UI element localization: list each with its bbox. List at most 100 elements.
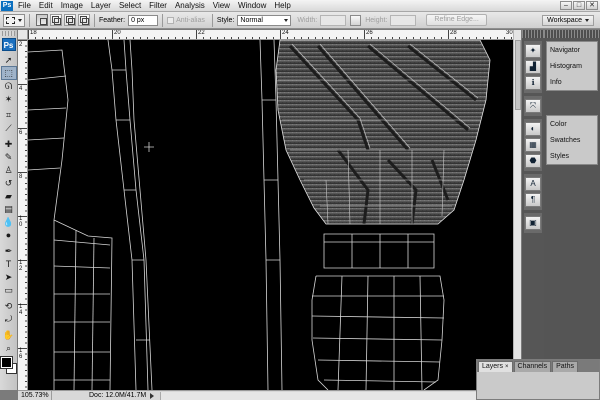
menu-edit[interactable]: Edit xyxy=(35,0,57,12)
menu-analysis[interactable]: Analysis xyxy=(171,0,209,12)
brush-tool[interactable]: ✎ xyxy=(2,151,16,163)
panel-group-history: ⤧ xyxy=(524,96,542,116)
marquee-tool[interactable]: ⬚ xyxy=(0,66,17,80)
styles-tab[interactable]: Styles xyxy=(547,148,597,164)
layer-comps-icon[interactable]: ▣ xyxy=(525,216,541,230)
info-icon[interactable]: ℹ xyxy=(525,76,541,90)
ruler-label: 2 xyxy=(19,42,23,48)
close-icon[interactable]: × xyxy=(505,364,509,370)
tab-paths[interactable]: Paths xyxy=(552,361,579,372)
menu-select[interactable]: Select xyxy=(115,0,145,12)
swatches-tab[interactable]: Swatches xyxy=(547,132,597,148)
horizontal-scrollbar[interactable] xyxy=(160,391,521,400)
ruler-label: 1 2 xyxy=(19,260,23,272)
toolbox-grip[interactable] xyxy=(2,31,15,36)
horizontal-ruler[interactable]: 18 20 22 24 26 28 30 xyxy=(28,30,513,40)
dock-grip[interactable] xyxy=(522,30,544,38)
tab-channels[interactable]: Channels xyxy=(513,361,552,372)
zoom-level[interactable]: 105.73% xyxy=(18,391,52,400)
history-brush-tool[interactable]: ↺ xyxy=(2,177,16,189)
document-canvas[interactable] xyxy=(28,40,513,390)
dodge-tool[interactable]: ● xyxy=(2,229,16,241)
crop-tool[interactable]: ⌗ xyxy=(2,109,16,121)
3d-orbit-icon: ⤾ xyxy=(4,313,13,324)
close-button[interactable]: ✕ xyxy=(586,1,598,10)
color-swatches[interactable] xyxy=(0,356,17,375)
foreground-color-swatch[interactable] xyxy=(0,356,13,369)
hand-tool[interactable]: ✋ xyxy=(2,329,16,341)
dodge-icon: ● xyxy=(5,229,12,240)
paragraph-icon[interactable]: ¶ xyxy=(525,193,541,207)
history-icon[interactable]: ⤧ xyxy=(525,99,541,113)
swatches-icon[interactable]: ▦ xyxy=(525,138,541,152)
3d-rotate-tool[interactable]: ⟲ xyxy=(2,300,16,312)
menu-file[interactable]: File xyxy=(14,0,35,12)
tool-preset-picker[interactable] xyxy=(3,13,25,27)
histogram-icon[interactable]: ▟ xyxy=(525,60,541,74)
zoom-tool[interactable]: ⌕ xyxy=(2,342,16,354)
workspace-switcher[interactable]: Workspace xyxy=(542,15,594,26)
refine-edge-button[interactable]: Refine Edge... xyxy=(426,14,487,26)
menu-image[interactable]: Image xyxy=(57,0,87,12)
height-input[interactable] xyxy=(390,14,417,26)
shape-tool[interactable]: ▭ xyxy=(2,284,16,296)
menu-view[interactable]: View xyxy=(209,0,234,12)
navigator-icon[interactable]: ✦ xyxy=(525,44,541,58)
menu-filter[interactable]: Filter xyxy=(145,0,171,12)
width-input[interactable] xyxy=(320,14,347,26)
3d-rotate-icon: ⟲ xyxy=(4,300,13,311)
color-label: Color xyxy=(550,120,567,128)
zoom-icon: ⌕ xyxy=(5,342,12,353)
menu-help[interactable]: Help xyxy=(270,0,294,12)
menu-window[interactable]: Window xyxy=(234,0,270,12)
swap-dimensions-icon[interactable] xyxy=(350,14,362,26)
workspace-label: Workspace xyxy=(547,17,582,24)
gradient-tool[interactable]: ▤ xyxy=(2,203,16,215)
vertical-scrollbar[interactable] xyxy=(513,30,521,390)
color-icon[interactable]: ◐ xyxy=(525,122,541,136)
minimize-button[interactable]: – xyxy=(560,1,572,10)
status-menu-arrow-icon[interactable] xyxy=(150,392,155,399)
panel-group-character: A ¶ xyxy=(524,174,542,210)
feather-input[interactable]: 0 px xyxy=(128,14,159,26)
eraser-tool[interactable]: ▰ xyxy=(2,190,16,202)
tab-layers[interactable]: Layers × xyxy=(478,361,513,372)
style-select[interactable]: Normal xyxy=(237,14,292,26)
color-tab[interactable]: Color xyxy=(547,116,597,132)
pen-tool[interactable]: ✒ xyxy=(2,245,16,257)
subtract-from-selection-button[interactable] xyxy=(64,14,76,26)
magic-wand-tool[interactable]: ✶ xyxy=(2,93,16,105)
ruler-origin[interactable] xyxy=(18,30,28,40)
eyedropper-tool[interactable]: ⟋ xyxy=(2,122,16,134)
add-to-selection-button[interactable] xyxy=(50,14,62,26)
anti-alias-checkbox[interactable] xyxy=(167,16,175,24)
maximize-button[interactable]: □ xyxy=(573,1,585,10)
intersect-selection-button[interactable] xyxy=(78,14,90,26)
healing-brush-tool[interactable]: ✚ xyxy=(2,138,16,150)
new-selection-button[interactable] xyxy=(36,14,48,26)
lasso-tool[interactable]: ᘏ xyxy=(2,80,16,92)
tab-layers-label: Layers xyxy=(482,363,504,370)
character-icon[interactable]: A xyxy=(525,177,541,191)
vertical-ruler[interactable]: 2 4 6 8 1 0 1 2 1 4 1 6 xyxy=(18,40,28,390)
marquee-preset-icon xyxy=(6,16,15,24)
blur-tool[interactable]: 💧 xyxy=(2,216,16,228)
clone-stamp-tool[interactable]: ♙ xyxy=(2,164,16,176)
path-selection-tool[interactable]: ➤ xyxy=(2,271,16,283)
clone-stamp-icon: ♙ xyxy=(4,164,13,175)
divider xyxy=(29,13,30,27)
move-tool[interactable]: ➚ xyxy=(2,54,16,66)
uv-wireframe-artwork xyxy=(28,40,491,390)
histogram-tab[interactable]: Histogram xyxy=(547,58,597,74)
scrollbar-thumb[interactable] xyxy=(515,40,521,110)
dock-grip[interactable] xyxy=(544,30,600,38)
ps-logo-icon[interactable]: Ps xyxy=(1,38,16,51)
ruler-label: 4 xyxy=(19,86,23,92)
info-tab[interactable]: Info xyxy=(547,74,597,90)
3d-orbit-tool[interactable]: ⤾ xyxy=(2,313,16,325)
tab-paths-label: Paths xyxy=(556,363,575,370)
styles-icon[interactable]: ⬣ xyxy=(525,154,541,168)
navigator-tab[interactable]: Navigator xyxy=(547,42,597,58)
menu-layer[interactable]: Layer xyxy=(87,0,115,12)
type-tool[interactable]: T xyxy=(2,258,16,270)
